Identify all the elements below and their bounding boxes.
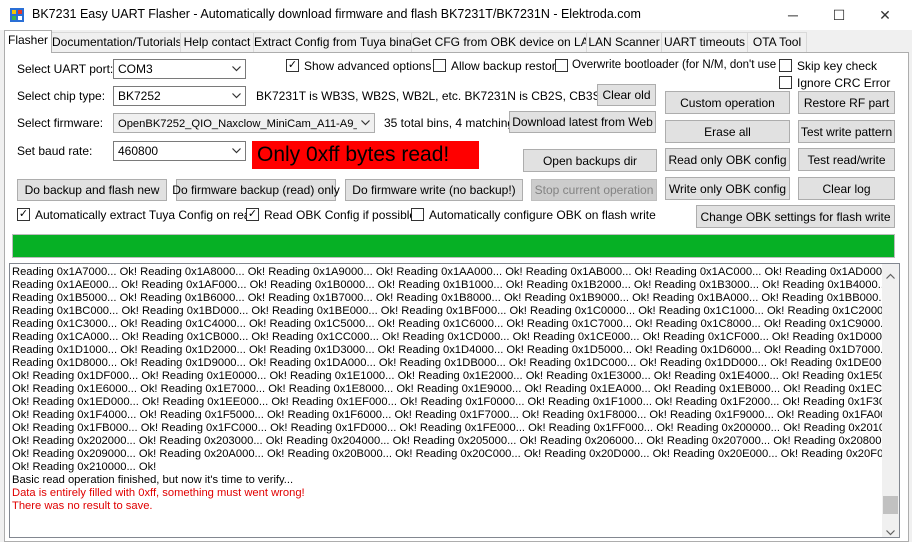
ignore-crc-checkbox[interactable] bbox=[779, 76, 792, 89]
log-line: Ok! Reading 0x202000... Ok! Reading 0x20… bbox=[12, 435, 898, 447]
baud-value: 460800 bbox=[118, 144, 159, 158]
log-line: Ok! Reading 0x1ED000... Ok! Reading 0x1E… bbox=[12, 396, 900, 408]
tab-ota-tool[interactable]: OTA Tool bbox=[747, 32, 807, 52]
tab-flasher[interactable]: Flasher bbox=[4, 30, 52, 53]
progress-fill bbox=[13, 235, 894, 257]
title-bar: BK7231 Easy UART Flasher - Automatically… bbox=[0, 0, 912, 30]
show-advanced-checkbox[interactable]: ✓ bbox=[286, 59, 299, 72]
firmware-write-button[interactable]: Do firmware write (no backup!) bbox=[345, 179, 523, 201]
download-latest-button[interactable]: Download latest from Web bbox=[509, 111, 656, 133]
tab-documentation[interactable]: Documentation/Tutorials bbox=[51, 32, 182, 52]
tab-get-cfg[interactable]: Get CFG from OBK device on LAN bbox=[411, 32, 597, 52]
log-line: Reading 0x1D1000... Ok! Reading 0x1D2000… bbox=[12, 344, 900, 356]
log-line: Ok! Reading 0x1F4000... Ok! Reading 0x1F… bbox=[12, 409, 900, 421]
log-line: Ok! Reading 0x1FB000... Ok! Reading 0x1F… bbox=[12, 422, 900, 434]
chip-note: BK7231T is WB3S, WB2S, WB2L, etc. BK7231… bbox=[256, 89, 624, 103]
chevron-down-icon bbox=[228, 87, 245, 105]
auto-extract-label: Automatically extract Tuya Config on rea… bbox=[35, 208, 258, 222]
chip-value: BK7252 bbox=[118, 89, 161, 103]
log-line: Ok! Reading 0x210000... Ok! bbox=[12, 461, 157, 473]
write-obk-config-button[interactable]: Write only OBK config bbox=[665, 177, 790, 200]
log-textbox[interactable]: Reading 0x1A7000... Ok! Reading 0x1A8000… bbox=[9, 263, 900, 538]
scroll-thumb[interactable] bbox=[883, 496, 898, 514]
chevron-down-icon bbox=[357, 114, 374, 132]
test-read-write-button[interactable]: Test read/write bbox=[798, 148, 895, 171]
auto-configure-checkbox[interactable] bbox=[411, 208, 424, 221]
log-line: Reading 0x1C3000... Ok! Reading 0x1C4000… bbox=[12, 318, 900, 330]
log-line: There was no result to save. bbox=[12, 500, 153, 512]
restore-rf-button[interactable]: Restore RF part bbox=[798, 91, 895, 114]
allow-backup-restore-checkbox[interactable] bbox=[433, 59, 446, 72]
progress-bar bbox=[12, 234, 895, 258]
chip-select[interactable]: BK7252 bbox=[113, 86, 246, 106]
tab-lan-scanner[interactable]: LAN Scanner bbox=[586, 32, 662, 52]
chevron-down-icon bbox=[228, 142, 245, 160]
tab-help-contact[interactable]: Help contact bbox=[180, 32, 254, 52]
close-icon[interactable]: ✕ bbox=[862, 0, 908, 30]
firmware-label: Select firmware: bbox=[17, 116, 104, 130]
firmware-value: OpenBK7252_QIO_Naxclow_MiniCam_A11-A9_B bbox=[118, 118, 368, 130]
error-banner: Only 0xff bytes read! bbox=[252, 141, 479, 169]
log-line: Reading 0x1D8000... Ok! Reading 0x1D9000… bbox=[12, 357, 897, 369]
log-line: Reading 0x1BC000... Ok! Reading 0x1BD000… bbox=[12, 305, 900, 317]
auto-extract-checkbox[interactable]: ✓ bbox=[17, 208, 30, 221]
scroll-down-icon[interactable] bbox=[886, 525, 895, 537]
check-icon: ✓ bbox=[247, 208, 258, 220]
uart-select[interactable]: COM3 bbox=[113, 59, 246, 79]
baud-label: Set baud rate: bbox=[17, 144, 93, 158]
show-advanced-label: Show advanced options bbox=[304, 59, 432, 73]
baud-select[interactable]: 460800 bbox=[113, 141, 246, 161]
log-line: Basic read operation finished, but now i… bbox=[12, 474, 294, 486]
clear-old-button[interactable]: Clear old bbox=[597, 84, 656, 106]
skip-key-check-label: Skip key check bbox=[797, 59, 878, 73]
scroll-up-icon[interactable] bbox=[886, 268, 895, 282]
check-icon: ✓ bbox=[287, 59, 298, 71]
read-obk-label: Read OBK Config if possible bbox=[264, 208, 417, 222]
uart-label: Select UART port: bbox=[17, 62, 114, 76]
log-line: Reading 0x1AE000... Ok! Reading 0x1AF000… bbox=[12, 279, 900, 291]
check-icon: ✓ bbox=[18, 208, 29, 220]
stop-operation-button[interactable]: Stop current operation bbox=[531, 179, 657, 201]
app-icon bbox=[10, 8, 24, 22]
change-obk-settings-button[interactable]: Change OBK settings for flash write bbox=[696, 205, 895, 228]
maximize-icon[interactable]: ☐ bbox=[816, 0, 862, 30]
backup-and-flash-button[interactable]: Do backup and flash new bbox=[17, 179, 167, 201]
minimize-icon[interactable]: ─ bbox=[770, 0, 816, 30]
chevron-down-icon bbox=[228, 60, 245, 78]
uart-value: COM3 bbox=[118, 62, 153, 76]
log-line: Reading 0x1A7000... Ok! Reading 0x1A8000… bbox=[12, 266, 900, 278]
erase-all-button[interactable]: Erase all bbox=[665, 120, 790, 143]
tab-uart-timeouts[interactable]: UART timeouts bbox=[661, 32, 748, 52]
test-write-pattern-button[interactable]: Test write pattern bbox=[798, 120, 895, 143]
log-scrollbar[interactable] bbox=[882, 264, 899, 537]
firmware-backup-button[interactable]: Do firmware backup (read) only bbox=[172, 179, 340, 201]
custom-operation-button[interactable]: Custom operation bbox=[665, 91, 790, 114]
log-lines: Reading 0x1A7000... Ok! Reading 0x1A8000… bbox=[12, 266, 900, 513]
log-line: Reading 0x1CA000... Ok! Reading 0x1CB000… bbox=[12, 331, 900, 343]
window-title: BK7231 Easy UART Flasher - Automatically… bbox=[32, 7, 641, 21]
clear-log-button[interactable]: Clear log bbox=[798, 177, 895, 200]
overwrite-bootloader-checkbox[interactable] bbox=[555, 59, 568, 72]
open-backups-dir-button[interactable]: Open backups dir bbox=[523, 149, 657, 172]
log-line: Ok! Reading 0x1E6000... Ok! Reading 0x1E… bbox=[12, 383, 900, 395]
read-obk-checkbox[interactable]: ✓ bbox=[246, 208, 259, 221]
log-line: Data is entirely filled with 0xff, somet… bbox=[12, 487, 305, 499]
skip-key-check-checkbox[interactable] bbox=[779, 59, 792, 72]
read-obk-config-button[interactable]: Read only OBK config bbox=[665, 148, 790, 171]
firmware-count: 35 total bins, 4 matching. bbox=[384, 116, 518, 130]
auto-configure-label: Automatically configure OBK on flash wri… bbox=[429, 208, 656, 222]
tab-extract-config[interactable]: Extract Config from Tuya binary bbox=[253, 32, 422, 52]
ignore-crc-label: Ignore CRC Error bbox=[797, 76, 891, 90]
log-line: Ok! Reading 0x1DF000... Ok! Reading 0x1E… bbox=[12, 370, 900, 382]
overwrite-bootloader-label: Overwrite bootloader (for N/M, don't use… bbox=[572, 59, 789, 71]
log-line: Reading 0x1B5000... Ok! Reading 0x1B6000… bbox=[12, 292, 900, 304]
allow-backup-restore-label: Allow backup restore bbox=[451, 59, 563, 73]
chip-label: Select chip type: bbox=[17, 89, 106, 103]
firmware-select[interactable]: OpenBK7252_QIO_Naxclow_MiniCam_A11-A9_B bbox=[113, 113, 375, 133]
log-line: Ok! Reading 0x209000... Ok! Reading 0x20… bbox=[12, 448, 900, 460]
